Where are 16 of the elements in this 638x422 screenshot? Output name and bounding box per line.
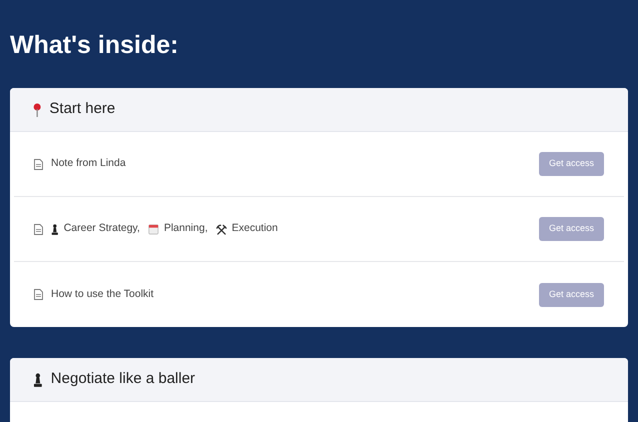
lesson-title: How to use the Toolkit [51,286,154,302]
chess-pawn-icon [51,224,59,234]
document-icon [34,224,43,234]
chess-pawn-icon [33,372,43,386]
lesson-title: Career Strategy, [64,221,140,236]
document-icon [34,289,43,300]
lesson-title: Note from Linda [51,156,126,172]
section-title: Negotiate like a baller [50,369,196,390]
hammer-pick-icon [216,224,227,234]
lesson-title: Planning, [164,221,208,236]
document-icon [34,158,43,170]
lesson-title: Execution [232,221,278,236]
page-heading: What's inside: [10,30,180,61]
pin-icon [33,102,42,116]
calendar-icon [148,224,159,234]
section-title: Start here [49,99,116,120]
